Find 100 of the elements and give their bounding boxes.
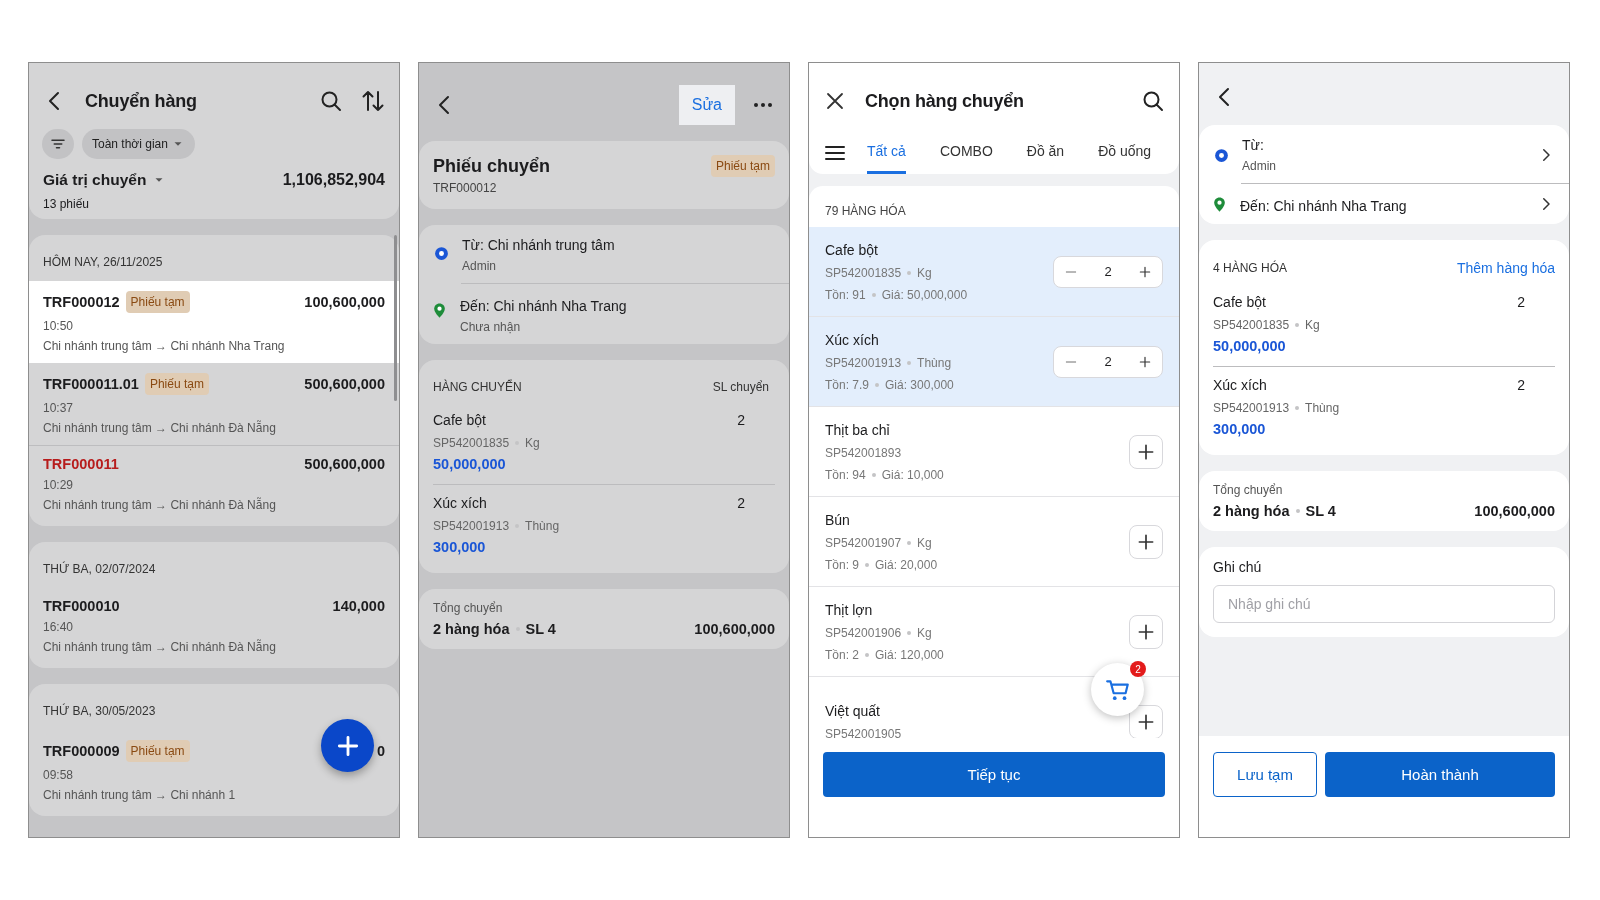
category-tab[interactable]: COMBO — [939, 131, 993, 174]
transfer-row[interactable]: TRF000009 Phiếu tạm 0 09:58 Chi nhánh trung tâm → Chi nhánh 1 — [29, 730, 399, 812]
price-label: Giá: 10,000 — [881, 467, 944, 482]
product-row[interactable]: Bún SP542001907 Kg Tồn: 9 Giá: 20,000 — [809, 496, 1179, 586]
stock-label: Tồn: 9 — [825, 557, 860, 572]
location-label: Đến: Chi nhánh Nha Trang — [460, 298, 628, 314]
category-tab[interactable]: Đồ uống — [1098, 131, 1152, 174]
product-name: Thịt ba chỉ — [825, 421, 891, 438]
quantity-stepper[interactable]: 2 — [1053, 345, 1163, 378]
unit-label: Thùng — [917, 355, 952, 370]
sort-icon[interactable] — [361, 89, 385, 113]
add-button[interactable] — [1129, 524, 1163, 559]
transfer-time: 16:40 — [43, 620, 75, 634]
transfer-route: Chi nhánh trung tâm → Chi nhánh Đà Nẵng — [43, 421, 277, 435]
product-code: SP542001906 — [825, 625, 902, 640]
transfer-row[interactable]: TRF000011.01 Phiếu tạm 500,600,000 10:37 Chi nhánh trung tâm → Chi nhánh Đà Nẵng — [29, 363, 399, 445]
filter-button[interactable] — [42, 129, 74, 159]
save-draft-button[interactable]: Lưu tạm — [1213, 752, 1317, 797]
transfer-row[interactable]: TRF000012 Phiếu tạm 100,600,000 10:50 Chi nhánh trung tâm → Chi nhánh Nha Trang — [29, 281, 399, 363]
section-header: 4 HÀNG HÓA — [1213, 261, 1287, 275]
complete-button[interactable]: Hoàn thành — [1325, 752, 1555, 797]
product-code: SP542001835 — [825, 265, 902, 280]
separator-dot — [865, 562, 870, 567]
product-price: 300,000 — [433, 539, 487, 555]
item-count: 2 hàng hóa — [433, 621, 510, 637]
separator-dot — [907, 630, 912, 635]
product-code: SP542001907 — [825, 535, 902, 550]
total-label: Tổng chuyển — [433, 601, 504, 615]
plus-icon[interactable] — [1138, 354, 1152, 369]
product-price: 300,000 — [1213, 421, 1267, 437]
unit-label: Kg — [525, 436, 540, 450]
product-name: Thịt lợn — [825, 601, 874, 618]
category-tab[interactable]: Tất cả — [867, 131, 906, 174]
product-row[interactable]: Xúc xích SP542001913 Thùng Tồn: 7.9 Giá: 300,000 2 — [809, 316, 1179, 406]
product-row[interactable]: Cafe bột SP542001835 Kg Tồn: 91 Giá: 50,000,000 2 — [809, 227, 1179, 316]
transfer-code: TRF000010 — [43, 598, 120, 614]
plus-icon[interactable] — [1138, 264, 1152, 279]
search-icon[interactable] — [1141, 89, 1165, 113]
separator-dot — [907, 360, 912, 365]
transfer-amount: 140,000 — [332, 598, 385, 614]
product-code: SP542001893 — [825, 445, 902, 460]
total-amount: 100,600,000 — [694, 621, 775, 637]
add-button[interactable] — [1129, 434, 1163, 469]
product-price: 50,000,000 — [433, 456, 507, 472]
unit-label: Kg — [1305, 318, 1320, 332]
quantity-stepper[interactable]: 2 — [1053, 255, 1163, 288]
quantity-value: 2 — [737, 495, 745, 511]
product-code: SP542001905 — [825, 726, 902, 738]
transfer-row[interactable]: TRF000010 140,000 16:40 Chi nhánh trung tâm → Chi nhánh Đà Nẵng — [29, 588, 399, 664]
origin-dot-icon — [433, 245, 450, 262]
transfer-code: TRF000009 — [43, 743, 120, 759]
transfer-code: TRF000011.01 — [43, 376, 139, 392]
continue-button[interactable]: Tiếp tục — [823, 752, 1165, 797]
unit-label: Kg — [917, 625, 932, 640]
add-items-link[interactable]: Thêm hàng hóa — [1456, 260, 1555, 276]
search-icon[interactable] — [319, 89, 343, 113]
transfer-time: 10:29 — [43, 478, 75, 492]
transfer-time: 10:50 — [43, 319, 75, 333]
time-filter-dropdown[interactable]: Toàn thời gian — [82, 129, 195, 159]
quantity-total: SL 4 — [525, 621, 556, 637]
location-pin-icon — [431, 302, 448, 319]
transfer-amount: 500,600,000 — [304, 376, 385, 392]
date-header: THỨ BA, 30/05/2023 — [42, 702, 157, 720]
product-code: SP542001835 — [1213, 318, 1290, 332]
product-code: SP542001835 — [433, 436, 510, 450]
note-input-field[interactable]: Nhập ghi chú — [1213, 585, 1555, 623]
add-button[interactable] — [1129, 614, 1163, 649]
origin-dot-icon — [1213, 146, 1230, 164]
total-label: Tổng chuyển — [1213, 483, 1284, 497]
separator-dot — [871, 472, 876, 477]
category-tab[interactable]: Đồ ăn — [1026, 131, 1065, 174]
product-name: Xúc xích — [1213, 377, 1267, 393]
product-row[interactable]: Thịt ba chỉ SP542001893 Tồn: 94 Giá: 10,000 — [809, 406, 1179, 496]
location-note: Chưa nhận — [460, 320, 522, 334]
price-label: Giá: 120,000 — [875, 647, 944, 662]
transfer-route: Chi nhánh trung tâm → Chi nhánh Đà Nẵng — [43, 498, 277, 512]
edit-button[interactable]: Sửa — [678, 85, 735, 125]
record-count: 13 phiếu — [42, 196, 91, 211]
unit-label: Thùng — [1305, 401, 1340, 415]
screen-title: Chọn hàng chuyển — [865, 90, 1024, 112]
transfer-row[interactable]: TRF000011 500,600,000 10:29 Chi nhánh trung tâm → Chi nhánh Đà Nẵng — [29, 445, 399, 522]
section-header: HÀNG CHUYỂN — [433, 380, 522, 394]
unit-label: Thùng — [525, 519, 560, 533]
transfer-route: Chi nhánh trung tâm → Chi nhánh Đà Nẵng — [43, 640, 277, 654]
transfer-amount: 500,600,000 — [304, 456, 385, 472]
transfer-code: TRF000012 — [43, 294, 120, 310]
transfer-amount: 100,600,000 — [304, 294, 385, 310]
transfer-time: 10:37 — [43, 401, 75, 415]
add-button[interactable] — [1129, 704, 1163, 738]
separator-dot — [1295, 509, 1300, 513]
separator-dot — [1295, 323, 1300, 327]
summary-value: 1,106,852,904 — [282, 171, 385, 189]
location-label: Từ: Chi nhánh trung tâm — [462, 237, 616, 253]
document-code: TRF000012 — [433, 181, 498, 195]
summary-label: Giá trị chuyển — [43, 171, 147, 189]
document-title: Phiếu chuyển — [433, 155, 551, 177]
separator-dot — [875, 382, 880, 387]
quantity-value: 2 — [737, 412, 745, 428]
quantity-value: 2 — [1517, 294, 1525, 310]
product-code: SP542001913 — [433, 519, 510, 533]
